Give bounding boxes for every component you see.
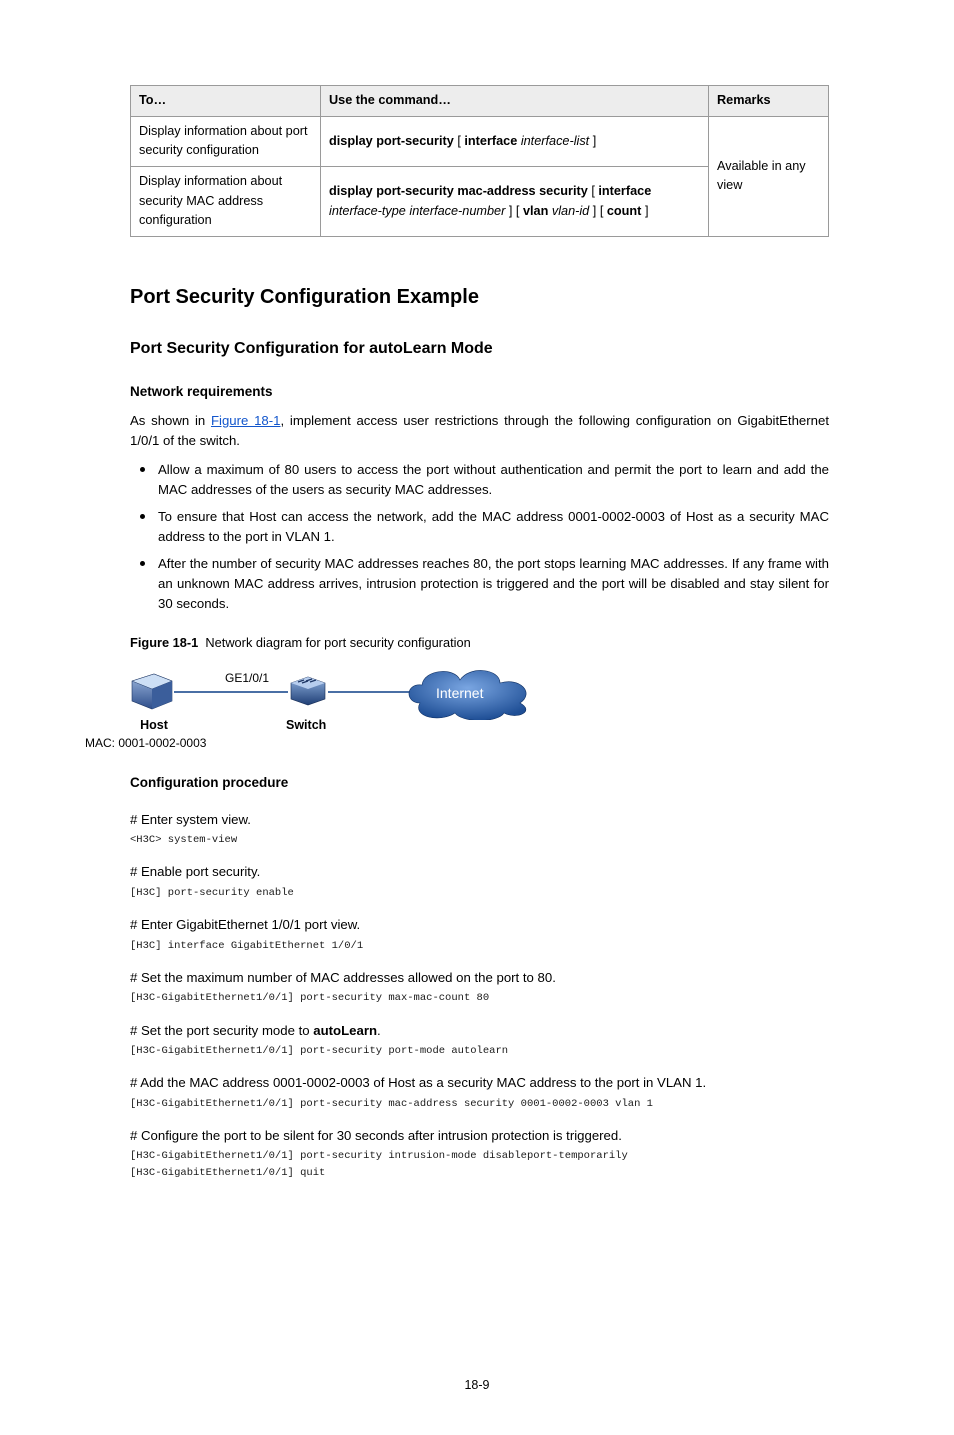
step-text: # Set the port security mode to autoLear…: [130, 1021, 829, 1041]
cfg-title: Configuration procedure: [130, 773, 829, 794]
step-text: # Enter GigabitEthernet 1/0/1 port view.: [130, 915, 829, 935]
code-line: <H3C> system-view: [130, 832, 829, 848]
th-to: To…: [131, 86, 321, 117]
subsection-title: Port Security Configuration for autoLear…: [130, 337, 829, 362]
cell-to: Display information about port security …: [131, 116, 321, 166]
info-table: To… Use the command… Remarks Display inf…: [130, 85, 829, 237]
list-item: After the number of security MAC address…: [130, 554, 829, 615]
cell-cmd: display port-security [ interface interf…: [321, 116, 709, 166]
cell-cmd: display port-security mac-address securi…: [321, 167, 709, 237]
step-text: # Set the maximum number of MAC addresse…: [130, 968, 829, 988]
code-line: [H3C-GigabitEthernet1/0/1] port-security…: [130, 990, 829, 1006]
ge-label: GE1/0/1: [225, 669, 269, 688]
cell-remarks: Available in any view: [709, 116, 829, 236]
figure-caption: Figure 18-1 Network diagram for port sec…: [130, 633, 829, 653]
step-text: # Add the MAC address 0001-0002-0003 of …: [130, 1073, 829, 1093]
switch-label: Switch: [286, 716, 326, 735]
step-text: # Enable port security.: [130, 862, 829, 882]
code-line: [H3C] port-security enable: [130, 885, 829, 901]
code-line: [H3C-GigabitEthernet1/0/1] port-security…: [130, 1148, 829, 1181]
code-line: [H3C-GigabitEthernet1/0/1] port-security…: [130, 1096, 829, 1112]
figure-xref-link[interactable]: Figure 18-1: [211, 413, 281, 428]
code-line: [H3C-GigabitEthernet1/0/1] port-security…: [130, 1043, 829, 1059]
section-title: Port Security Configuration Example: [130, 282, 829, 313]
step-text: # Enter system view.: [130, 810, 829, 830]
internet-label: Internet: [436, 683, 483, 705]
link-line-icon: [174, 691, 288, 693]
config-steps: # Enter system view. <H3C> system-view #…: [130, 810, 829, 1181]
cell-to: Display information about security MAC a…: [131, 167, 321, 237]
nr-para: As shown in Figure 18-1, implement acces…: [130, 411, 829, 452]
requirements-list: Allow a maximum of 80 users to access th…: [130, 460, 829, 615]
list-item: To ensure that Host can access the netwo…: [130, 507, 829, 548]
host-icon: [130, 671, 174, 711]
host-label: Host: [124, 716, 184, 735]
page-number: 18-9: [0, 1376, 954, 1395]
mac-label: MAC: 0001-0002-0003: [85, 734, 265, 753]
th-use: Use the command…: [321, 86, 709, 117]
list-item: Allow a maximum of 80 users to access th…: [130, 460, 829, 501]
table-row: Display information about port security …: [131, 116, 829, 166]
network-diagram: Host MAC: 0001-0002-0003 GE1/0/1 Switch: [130, 661, 560, 753]
switch-icon: [288, 675, 328, 707]
nr-title: Network requirements: [130, 382, 829, 403]
step-text: # Configure the port to be silent for 30…: [130, 1126, 829, 1146]
code-line: [H3C] interface GigabitEthernet 1/0/1: [130, 938, 829, 954]
th-remarks: Remarks: [709, 86, 829, 117]
